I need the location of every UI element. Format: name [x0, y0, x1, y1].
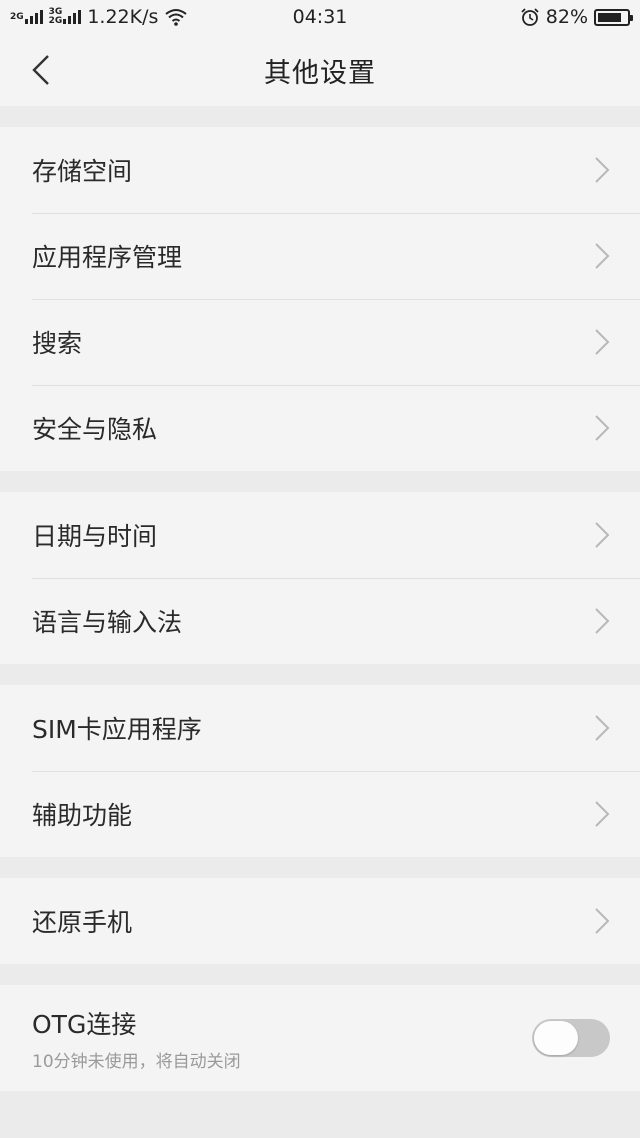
settings-group-3: SIM卡应用程序 辅助功能: [0, 685, 640, 857]
security-privacy-row[interactable]: 安全与隐私: [0, 385, 640, 471]
row-label: 辅助功能: [32, 801, 133, 830]
sim1-signal-icon: 2G: [10, 10, 43, 24]
row-label: 搜索: [32, 329, 83, 358]
status-right: 82%: [520, 6, 633, 28]
back-arrow-icon[interactable]: [28, 52, 56, 88]
toggle-knob: [534, 1021, 578, 1055]
otg-description: 10分钟未使用，将自动关闭: [32, 1051, 241, 1072]
section-gap: [0, 964, 640, 985]
otg-row: OTG连接 10分钟未使用，将自动关闭: [0, 985, 640, 1091]
settings-group-1: 存储空间 应用程序管理 搜索 安全与隐私: [0, 127, 640, 471]
settings-group-2: 日期与时间 语言与输入法: [0, 492, 640, 664]
chevron-right-icon: [595, 608, 610, 634]
chevron-right-icon: [595, 329, 610, 355]
otg-text: OTG连接 10分钟未使用，将自动关闭: [32, 1005, 241, 1072]
battery-icon: [594, 8, 633, 26]
sim1-network-type: 2G: [10, 11, 24, 22]
sim-apps-row[interactable]: SIM卡应用程序: [0, 685, 640, 771]
row-label: 语言与输入法: [32, 608, 183, 637]
chevron-right-icon: [595, 801, 610, 827]
row-label: 还原手机: [32, 908, 133, 937]
status-left: 2G 3G 2G 1.22K/s: [10, 6, 188, 28]
section-gap: [0, 664, 640, 685]
accessibility-row[interactable]: 辅助功能: [0, 771, 640, 857]
storage-row[interactable]: 存储空间: [0, 127, 640, 213]
section-gap: [0, 857, 640, 878]
reset-phone-row[interactable]: 还原手机: [0, 878, 640, 964]
otg-label: OTG连接: [32, 1009, 137, 1039]
wifi-icon: [165, 9, 188, 26]
sim2-signal-icon: 3G 2G: [49, 8, 82, 26]
header-bar: 其他设置: [0, 34, 640, 106]
chevron-right-icon: [595, 157, 610, 183]
language-input-row[interactable]: 语言与输入法: [0, 578, 640, 664]
row-label: 日期与时间: [32, 522, 158, 551]
search-row[interactable]: 搜索: [0, 299, 640, 385]
chevron-right-icon: [595, 415, 610, 441]
row-label: 存储空间: [32, 157, 133, 186]
settings-group-5: OTG连接 10分钟未使用，将自动关闭: [0, 985, 640, 1091]
row-label: 安全与隐私: [32, 415, 158, 444]
section-gap: [0, 106, 640, 127]
chevron-right-icon: [595, 715, 610, 741]
section-gap: [0, 471, 640, 492]
settings-group-4: 还原手机: [0, 878, 640, 964]
chevron-right-icon: [595, 908, 610, 934]
status-bar: 2G 3G 2G 1.22K/s 04:31 82%: [0, 0, 640, 34]
chevron-right-icon: [595, 243, 610, 269]
page-title: 其他设置: [264, 57, 376, 89]
date-time-row[interactable]: 日期与时间: [0, 492, 640, 578]
otg-toggle[interactable]: [532, 1019, 610, 1057]
network-speed: 1.22K/s: [87, 6, 159, 28]
sim2-network-type-bottom: 2G: [48, 16, 63, 26]
row-label: SIM卡应用程序: [32, 715, 202, 744]
battery-percent: 82%: [545, 6, 588, 28]
chevron-right-icon: [595, 522, 610, 548]
alarm-icon: [521, 8, 539, 26]
app-management-row[interactable]: 应用程序管理: [0, 213, 640, 299]
row-label: 应用程序管理: [32, 243, 183, 272]
